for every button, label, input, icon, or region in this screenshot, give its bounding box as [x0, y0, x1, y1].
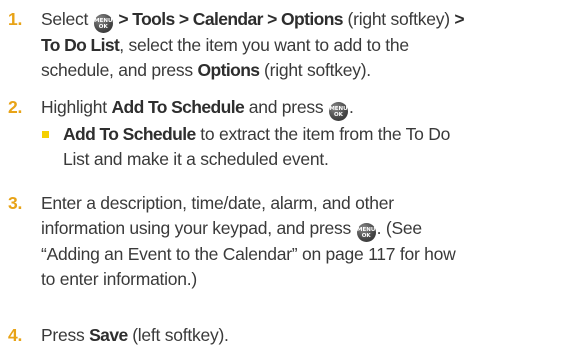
step-body: Press Save (left softkey).: [41, 323, 556, 348]
menu-key-bottom-label: OK: [98, 24, 108, 30]
menu-item-name: Add To Schedule: [111, 97, 245, 117]
step-number: 2.: [8, 97, 23, 117]
step-number: 4.: [8, 325, 23, 345]
step-3-line-1: Enter a description, time/date, alarm, a…: [41, 193, 394, 213]
menu-path: > Tools > Calendar > Options: [118, 9, 343, 29]
step-body: Highlight Add To Schedule and press MENU…: [41, 95, 556, 172]
bullet-item: Add To Schedule to extract the item from…: [41, 122, 556, 172]
bullet-square-icon: [42, 131, 49, 138]
menu-ok-key-icon: MENU OK: [328, 102, 348, 121]
bullet-text: to extract the item from the To Do: [200, 124, 451, 144]
step-3-line-3: “Adding an Event to the Calendar” on pag…: [41, 244, 456, 264]
step-3-line-4: to enter information.): [41, 269, 197, 289]
step-text: schedule, and press: [41, 60, 193, 80]
menu-item-name: To Do List: [41, 35, 120, 55]
softkey-name: Save: [89, 325, 128, 345]
menu-ok-key-icon: MENU OK: [356, 223, 376, 242]
bullet-line-2: List and make it a scheduled event.: [63, 149, 329, 169]
step-text: and press: [248, 97, 324, 117]
step-text: Press: [41, 325, 85, 345]
step-text: (right softkey).: [264, 60, 371, 80]
step-text: , select the item you want to add to the: [119, 35, 409, 55]
step-text: (right softkey): [347, 9, 451, 29]
step-text: information using your keypad, and press: [41, 218, 352, 238]
step-1-line-3: schedule, and press Options (right softk…: [41, 58, 556, 83]
path-separator: >: [454, 9, 465, 29]
step-1-line-2: To Do List, select the item you want to …: [41, 33, 556, 58]
step-1-line-1: Select MENU OK > Tools > Calendar > Optio…: [41, 7, 556, 33]
step-number: 1.: [8, 9, 23, 29]
step-text: . (See: [376, 218, 422, 238]
menu-item-name: Add To Schedule: [63, 124, 196, 144]
step-4-line-1: Press Save (left softkey).: [41, 323, 556, 348]
step-body: Select MENU OK > Tools > Calendar > Optio…: [41, 7, 556, 83]
step-text: .: [348, 97, 354, 117]
bullet-line-1: Add To Schedule to extract the item from…: [63, 122, 556, 147]
menu-ok-key-icon: MENU OK: [93, 14, 113, 33]
step-text: (left softkey).: [132, 325, 229, 345]
menu-key-bottom-label: OK: [361, 233, 371, 239]
step-text: Highlight: [41, 97, 107, 117]
step-2-line-1: Highlight Add To Schedule and press MENU…: [41, 95, 556, 121]
step-3-line-2: information using your keypad, and press…: [41, 216, 556, 242]
step-number: 3.: [8, 193, 23, 213]
menu-key-bottom-label: OK: [334, 112, 343, 118]
step-body: Enter a description, time/date, alarm, a…: [41, 191, 556, 292]
softkey-name: Options: [197, 60, 261, 80]
step-text: Select: [41, 9, 89, 29]
